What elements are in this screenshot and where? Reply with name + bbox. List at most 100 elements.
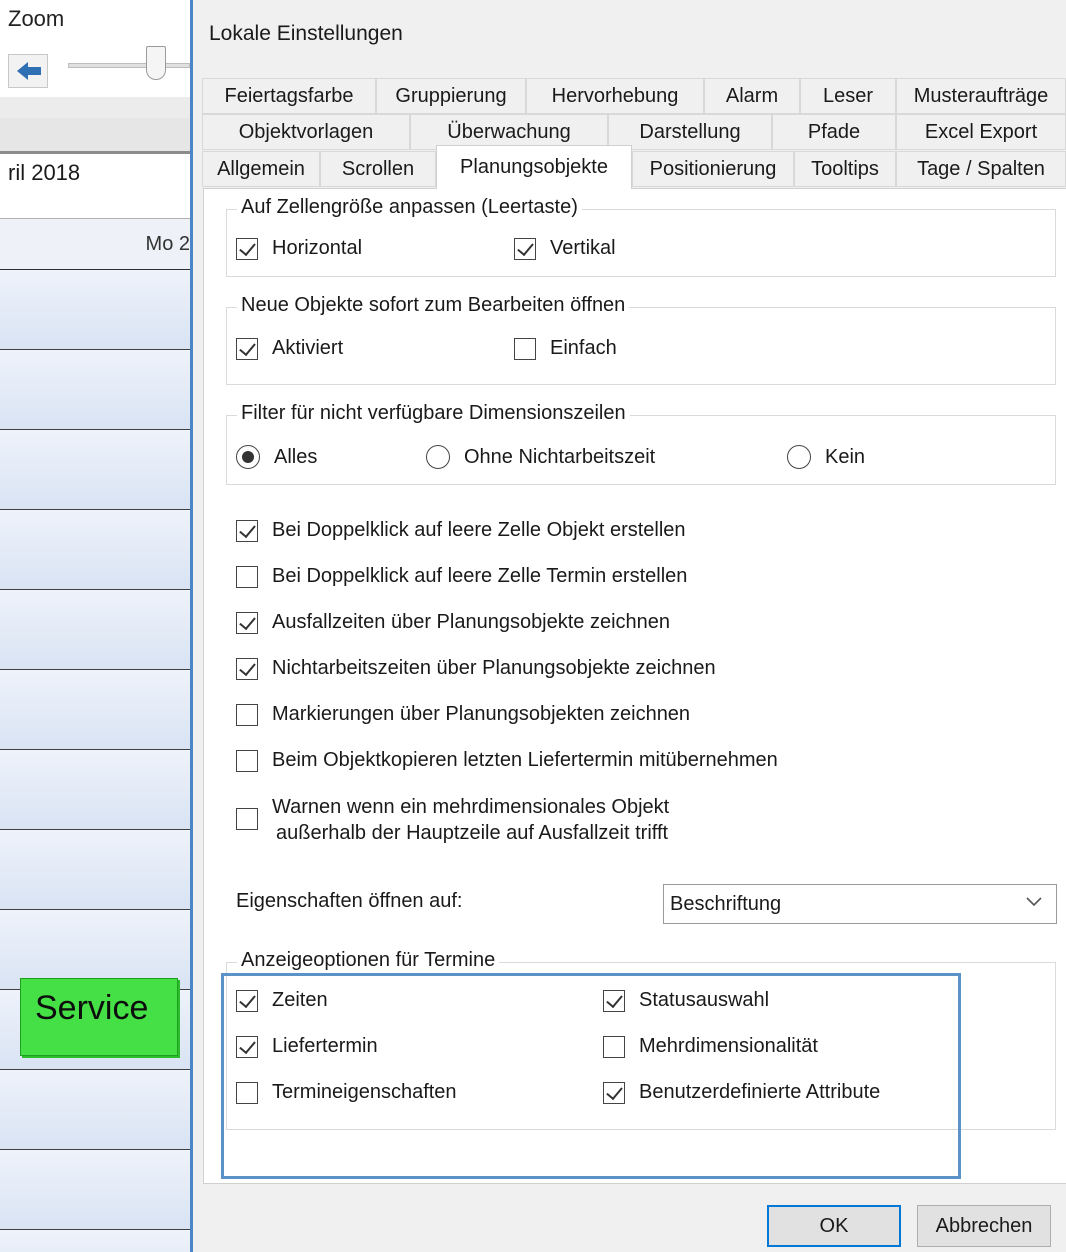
checkbox-checked-icon (236, 519, 258, 542)
properties-open-select[interactable]: Beschriftung (663, 884, 1057, 924)
checkbox-draw-downtimes[interactable]: Ausfallzeiten über Planungsobjekte zeich… (236, 611, 670, 634)
checkbox-label: Mehrdimensionalität (639, 1035, 818, 1057)
service-planning-object[interactable]: Service (20, 978, 178, 1056)
tab-planungsobjekte[interactable]: Planungsobjekte (436, 145, 632, 189)
radio-unselected-icon (426, 445, 450, 469)
checkbox-label: Statusauswahl (639, 989, 770, 1011)
checkbox-draw-nonworking-times[interactable]: Nichtarbeitszeiten über Planungsobjekte … (236, 657, 716, 680)
gantt-row[interactable] (0, 830, 190, 910)
tab-scrollen[interactable]: Scrollen (320, 151, 436, 187)
radio-without-nonwork[interactable]: Ohne Nichtarbeitszeit (426, 445, 655, 469)
checkbox-activated[interactable]: Aktiviert (236, 337, 343, 360)
chevron-down-icon (1026, 897, 1042, 907)
zoom-slider-thumb[interactable] (146, 46, 166, 80)
checkbox-checked-icon (236, 989, 258, 1012)
checkbox-checked-icon (236, 237, 258, 260)
tab-pfade[interactable]: Pfade (772, 114, 896, 150)
tab-allgemein[interactable]: Allgemein (202, 151, 320, 187)
service-label: Service (35, 989, 149, 1027)
cancel-button[interactable]: Abbrechen (917, 1205, 1051, 1247)
gantt-row[interactable] (0, 670, 190, 750)
checkbox-label: Horizontal (272, 237, 363, 259)
checkbox-unchecked-icon (236, 749, 258, 772)
checkbox-label: Ausfallzeiten über Planungsobjekte zeich… (272, 611, 671, 633)
gantt-row[interactable] (0, 1230, 190, 1252)
tab-feiertagsfarbe[interactable]: Feiertagsfarbe (202, 78, 376, 114)
gantt-row[interactable] (0, 350, 190, 430)
checkbox-horizontal[interactable]: Horizontal (236, 237, 362, 260)
gantt-row[interactable] (0, 1070, 190, 1150)
tab-alarm[interactable]: Alarm (704, 78, 800, 114)
checkbox-checked-icon (236, 1035, 258, 1058)
radio-label: Alles (274, 445, 318, 468)
checkbox-checked-icon (236, 657, 258, 680)
radio-selected-icon (236, 445, 260, 469)
gantt-row[interactable] (0, 510, 190, 590)
toolbar-strip (0, 118, 190, 154)
tab-positionierung[interactable]: Positionierung (632, 151, 794, 187)
checkbox-label: Markierungen über Planungsobjekten zeich… (272, 703, 691, 725)
checkbox-vertical[interactable]: Vertikal (514, 237, 616, 260)
checkbox-warn-multidimensional[interactable]: Warnen wenn ein mehrdimensionales Objekt… (236, 794, 756, 846)
checkbox-draw-markings[interactable]: Markierungen über Planungsobjekten zeich… (236, 703, 690, 726)
checkbox-label: Termineigenschaften (272, 1081, 457, 1103)
gantt-row[interactable] (0, 270, 190, 350)
checkbox-checked-icon (603, 1081, 625, 1104)
checkbox-label-line2: außerhalb der Hauptzeile auf Ausfallzeit… (276, 822, 669, 844)
checkbox-unchecked-icon (236, 565, 258, 588)
dialog-title: Lokale Einstellungen (209, 22, 403, 45)
tab-excel-export[interactable]: Excel Export (896, 114, 1066, 150)
day-label: Mo 2 (145, 233, 190, 255)
gantt-row[interactable] (0, 1150, 190, 1230)
tab-tage-spalten[interactable]: Tage / Spalten (896, 151, 1066, 187)
checkbox-checked-icon (603, 989, 625, 1012)
tab-darstellung[interactable]: Darstellung (608, 114, 772, 150)
checkbox-custom-attributes[interactable]: Benutzerdefinierte Attribute (603, 1081, 880, 1104)
checkbox-copy-delivery-date[interactable]: Beim Objektkopieren letzten Liefertermin… (236, 749, 778, 772)
checkbox-unchecked-icon (603, 1035, 625, 1058)
radio-unselected-icon (787, 445, 811, 469)
checkbox-label-line1: Warnen wenn ein mehrdimensionales Objekt (272, 796, 670, 818)
checkbox-dblclick-create-appointment[interactable]: Bei Doppelklick auf leere Zelle Termin e… (236, 565, 687, 588)
tab-gruppierung[interactable]: Gruppierung (376, 78, 526, 114)
radio-none[interactable]: Kein (787, 445, 865, 469)
tab-musterauftraege[interactable]: Musteraufträge (896, 78, 1066, 114)
checkbox-times[interactable]: Zeiten (236, 989, 328, 1012)
toolbar-strip (0, 97, 190, 119)
select-value: Beschriftung (670, 892, 782, 915)
group-title: Neue Objekte sofort zum Bearbeiten öffne… (237, 294, 630, 317)
zoom-slider-track[interactable] (68, 63, 190, 68)
group-title: Anzeigeoptionen für Termine (237, 949, 500, 972)
tab-hervorhebung[interactable]: Hervorhebung (526, 78, 704, 114)
radio-all[interactable]: Alles (236, 445, 317, 469)
gantt-row[interactable] (0, 750, 190, 830)
checkbox-multidimensionality[interactable]: Mehrdimensionalität (603, 1035, 818, 1058)
checkbox-unchecked-icon (236, 703, 258, 726)
checkbox-label: Bei Doppelklick auf leere Zelle Termin e… (272, 565, 688, 587)
checkbox-label-multiline: Warnen wenn ein mehrdimensionales Objekt… (272, 794, 669, 846)
zoom-out-button[interactable] (8, 54, 48, 88)
checkbox-unchecked-icon (236, 1081, 258, 1104)
checkbox-appointment-properties[interactable]: Termineigenschaften (236, 1081, 457, 1104)
tab-objektvorlagen[interactable]: Objektvorlagen (202, 114, 410, 150)
checkbox-unchecked-icon (514, 337, 536, 360)
checkbox-dblclick-create-object[interactable]: Bei Doppelklick auf leere Zelle Objekt e… (236, 519, 686, 542)
checkbox-status-selection[interactable]: Statusauswahl (603, 989, 769, 1012)
gantt-row[interactable] (0, 430, 190, 510)
arrow-left-icon (17, 62, 41, 80)
zoom-label: Zoom (8, 6, 65, 31)
checkbox-simple[interactable]: Einfach (514, 337, 617, 360)
checkbox-label: Vertikal (550, 237, 616, 259)
background-app: Zoom ril 2018 Mo 2 Service (0, 0, 190, 1252)
checkbox-checked-icon (236, 611, 258, 634)
gantt-row[interactable] (0, 590, 190, 670)
checkbox-label: Liefertermin (272, 1035, 378, 1057)
checkbox-unchecked-icon (236, 808, 258, 830)
checkbox-delivery-date[interactable]: Liefertermin (236, 1035, 378, 1058)
checkbox-label: Aktiviert (272, 337, 344, 359)
tab-tooltips[interactable]: Tooltips (794, 151, 896, 187)
ok-button[interactable]: OK (767, 1205, 901, 1247)
properties-open-label: Eigenschaften öffnen auf: (236, 890, 463, 912)
day-header: Mo 2 (0, 218, 190, 270)
tab-leser[interactable]: Leser (800, 78, 896, 114)
